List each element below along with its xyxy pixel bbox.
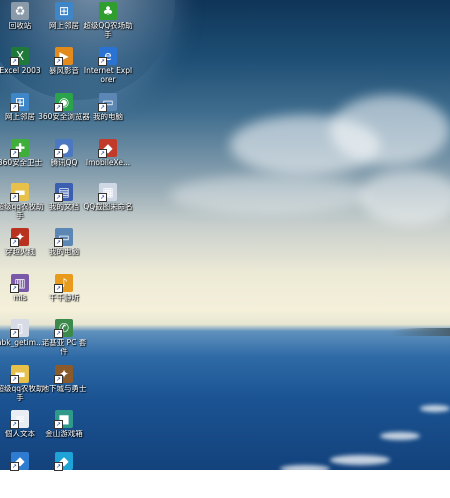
shortcut-arrow-icon: ↗ (10, 57, 19, 66)
shortcut-arrow-icon: ↗ (10, 103, 19, 112)
shortcut-arrow-icon: ↗ (54, 420, 63, 429)
shortcut-arrow-icon: ↗ (98, 193, 107, 202)
cloud-decoration (360, 170, 450, 225)
desktop-icon-label: 我的电脑 (49, 248, 79, 256)
phone-icon: ✆ ↗ (54, 319, 73, 338)
app-icon: ◆ ↗ (10, 452, 29, 471)
cloud-decoration (170, 175, 370, 215)
network-icon: ⊞ (55, 2, 73, 20)
tree-icon: ♣ (99, 2, 117, 20)
desktop-icon[interactable]: ♣ 超级QQ农场助手 (82, 2, 134, 48)
desktop-icon-label: 金山游戏箱 (45, 430, 83, 438)
wave-decoration (330, 455, 390, 465)
desktop-icon-label: 千千静听 (49, 294, 79, 302)
desktop-icon[interactable]: ◆ ↗ (38, 452, 90, 498)
game-box-icon: ■ ↗ (54, 410, 73, 429)
folder-icon: ▬ ↗ (10, 365, 29, 384)
shortcut-arrow-icon: ↗ (10, 420, 19, 429)
wave-decoration (420, 405, 450, 412)
image-file-icon: ▦ ↗ (98, 183, 117, 202)
desktop-icon[interactable]: ▭ ↗ 我的电脑 (82, 93, 134, 139)
shortcut-arrow-icon: ↗ (54, 103, 63, 112)
shortcut-arrow-icon: ↗ (54, 375, 63, 384)
desktop-icon[interactable]: ◆ ↗ ImobileXe... (82, 139, 134, 185)
shortcut-arrow-icon: ↗ (98, 57, 107, 66)
app-icon: ◆ ↗ (98, 139, 117, 158)
game-icon: ✦ ↗ (10, 228, 29, 247)
qq-icon: ● ↗ (54, 139, 73, 158)
shortcut-arrow-icon: ↗ (54, 284, 63, 293)
file-icon: ▯ ↗ (10, 319, 29, 338)
desktop-icon-label: 地下城与勇士 (41, 385, 87, 393)
network-icon: ⊞ ↗ (10, 93, 29, 112)
desktop-icon-label: ImobileXe... (85, 159, 131, 167)
cloud-decoration (330, 95, 450, 165)
shortcut-arrow-icon: ↗ (10, 149, 19, 158)
wave-decoration (280, 465, 330, 470)
music-player-icon: ♪ ↗ (54, 274, 73, 293)
media-player-icon: ▶ ↗ (54, 47, 73, 66)
desktop-icon[interactable]: e ↗ Internet Explorer (82, 47, 134, 93)
browser-360-icon: ◉ ↗ (54, 93, 73, 112)
shortcut-arrow-icon: ↗ (10, 329, 19, 338)
desktop-icon-label: 诺基亚 PC 套件 (41, 339, 87, 356)
shortcut-arrow-icon: ↗ (10, 193, 19, 202)
desktop-icon[interactable]: ✦ ↗ 地下城与勇士 (38, 365, 90, 411)
desktop-icon-label: QQ截图未命名 (83, 203, 133, 211)
desktop-icon[interactable]: ▭ ↗ 我的电脑 (38, 228, 90, 274)
app-icon: ◆ ↗ (54, 452, 73, 471)
shield-icon: ✚ ↗ (10, 139, 29, 158)
text-file-icon: ≡ ↗ (10, 410, 29, 429)
folder-icon: ▬ ↗ (10, 183, 29, 202)
desktop-icon[interactable]: ▦ ↗ QQ截图未命名 (82, 183, 134, 229)
recycle-bin-icon: ♻ (11, 2, 29, 20)
excel-icon: X ↗ (10, 47, 29, 66)
shortcut-arrow-icon: ↗ (54, 238, 63, 247)
archive-icon: ▥ ↗ (10, 274, 29, 293)
desktop-icon-label: 超级QQ农场助手 (83, 22, 133, 39)
desktop-icon[interactable]: ✆ ↗ 诺基亚 PC 套件 (38, 319, 90, 365)
shortcut-arrow-icon: ↗ (10, 238, 19, 247)
shortcut-arrow-icon: ↗ (54, 193, 63, 202)
desktop-icon-label: 我的电脑 (93, 113, 123, 121)
shortcut-arrow-icon: ↗ (98, 149, 107, 158)
ie-icon: e ↗ (98, 47, 117, 66)
shortcut-arrow-icon: ↗ (10, 375, 19, 384)
game-icon: ✦ ↗ (54, 365, 73, 384)
desktop-icon-label: Internet Explorer (83, 67, 133, 84)
shortcut-arrow-icon: ↗ (54, 149, 63, 158)
wave-decoration (380, 432, 420, 440)
shortcut-arrow-icon: ↗ (10, 284, 19, 293)
computer-icon: ▭ ↗ (54, 228, 73, 247)
desktop-icon[interactable]: ♪ ↗ 千千静听 (38, 274, 90, 320)
documents-icon: ▤ ↗ (54, 183, 73, 202)
desktop-icon[interactable]: ■ ↗ 金山游戏箱 (38, 410, 90, 456)
shortcut-arrow-icon: ↗ (54, 329, 63, 338)
shortcut-arrow-icon: ↗ (54, 57, 63, 66)
shortcut-arrow-icon: ↗ (98, 103, 107, 112)
computer-icon: ▭ ↗ (98, 93, 117, 112)
island-decoration (390, 328, 450, 336)
